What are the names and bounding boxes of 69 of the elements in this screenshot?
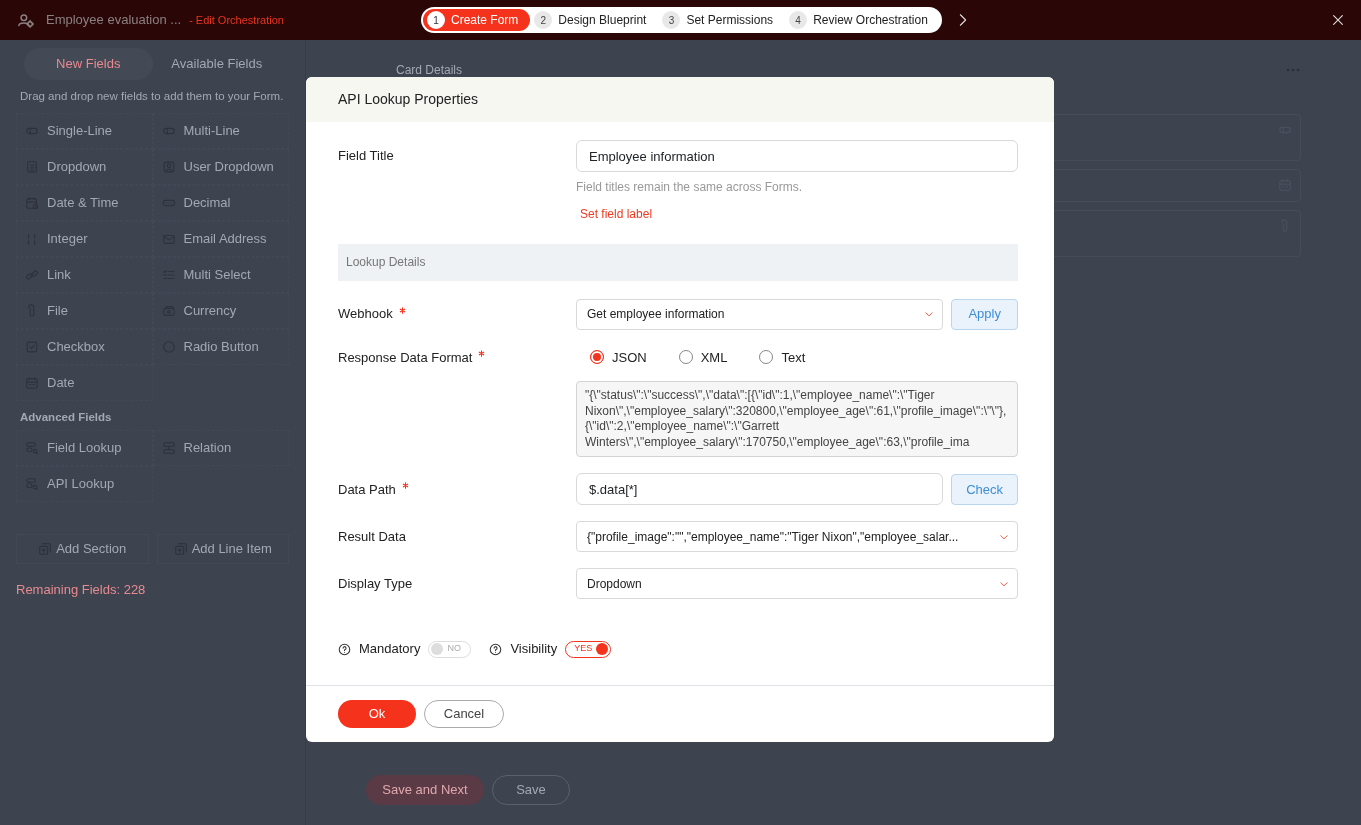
- field-item[interactable]: Link: [16, 256, 153, 293]
- step-number: 3: [662, 11, 681, 29]
- field-item[interactable]: Currency: [152, 292, 289, 329]
- field-item[interactable]: File: [16, 292, 153, 329]
- step-number: 4: [789, 11, 808, 29]
- field-item[interactable]: Integer: [16, 220, 153, 257]
- step-tab[interactable]: 4 Review Orchestration: [785, 9, 940, 31]
- set-label-link[interactable]: Set field label: [580, 207, 653, 221]
- radio-label: JSON: [612, 348, 647, 367]
- response-textarea[interactable]: "{\"status\":\"success\",\"data\":[{\"id\":1,\"employee_name\":\"Tiger Nixon\",\"employee_salary\":320800,\"employee_age\":61,\"profile_image\":\"\"},{\"id\":2,\"employee_name\":\"Garrett Winters\",\"employee_salary\":170750,\"employee_age\":63,\"profile_ima: [576, 381, 1018, 458]
- section-heading: Advanced Fields: [19, 409, 113, 425]
- add-button[interactable]: Add Line Item: [156, 534, 289, 564]
- edit-link[interactable]: - Edit Orchestration: [189, 11, 284, 29]
- field-item[interactable]: Multi-Line: [152, 112, 289, 149]
- field-label: Field Title: [338, 147, 394, 166]
- step-tab[interactable]: 2 Design Blueprint: [530, 9, 659, 31]
- hint-text: Drag and drop new fields to add them to your Form.: [19, 88, 285, 104]
- field-item[interactable]: Date & Time: [16, 184, 153, 221]
- radio-button[interactable]: [678, 350, 693, 365]
- radio-button[interactable]: [590, 350, 604, 365]
- sidebar-tab[interactable]: Available Fields: [152, 48, 281, 80]
- toggle-label: Mandatory: [359, 640, 421, 659]
- radio-button[interactable]: [759, 350, 774, 365]
- form-title: Employee evaluation ...: [46, 11, 182, 30]
- field-item[interactable]: Single-Line: [16, 112, 153, 149]
- toggle-label: Visibility: [510, 640, 558, 659]
- remaining-count: Remaining Fields: 228: [16, 581, 147, 599]
- add-button[interactable]: Add Section: [16, 534, 149, 564]
- input-field[interactable]: $.data[*]: [576, 473, 944, 506]
- field-item[interactable]: Multi Select: [152, 256, 289, 293]
- radio-label: Text: [781, 348, 806, 367]
- help-text: Field titles remain the same across Forms.: [576, 179, 804, 196]
- field-item[interactable]: API Lookup: [16, 466, 153, 502]
- ok-button[interactable]: Ok: [338, 699, 416, 728]
- dialog-title: API Lookup Properties: [338, 90, 479, 109]
- field-label: Webhook: [338, 305, 393, 324]
- help-icon[interactable]: [338, 642, 351, 656]
- save-button[interactable]: Save and Next: [366, 775, 484, 805]
- check-button[interactable]: Check: [951, 473, 1018, 505]
- input-field[interactable]: Employee information: [576, 140, 1018, 172]
- card-title: Card Details: [396, 64, 463, 76]
- field-label: Result Data: [338, 528, 406, 547]
- field-item[interactable]: Email Address: [152, 220, 289, 257]
- caret-icon: [924, 309, 935, 319]
- field-item[interactable]: Decimal: [152, 184, 289, 221]
- field-label: Response Data Format: [338, 348, 473, 367]
- field-item[interactable]: Relation: [152, 430, 289, 466]
- apply-button[interactable]: Apply: [951, 298, 1018, 330]
- field-label: Display Type: [338, 575, 413, 594]
- dropdown-field[interactable]: Get employee information: [576, 298, 944, 330]
- field-item[interactable]: Radio Button: [152, 328, 289, 365]
- dropdown-field[interactable]: {"profile_image":"","employee_name":"Tiger Nixon","employee_salar...: [576, 521, 1018, 553]
- step-number: 1: [427, 11, 445, 29]
- sidebar-tab[interactable]: New Fields: [24, 48, 153, 80]
- step-tab[interactable]: 3 Set Permissions: [658, 9, 786, 31]
- help-icon[interactable]: [489, 642, 503, 656]
- cancel-button[interactable]: Cancel: [424, 699, 504, 728]
- close-icon[interactable]: [1331, 13, 1345, 27]
- field-item[interactable]: Dropdown: [16, 148, 153, 185]
- field-item[interactable]: User Dropdown: [152, 148, 289, 185]
- dropdown-field[interactable]: Dropdown: [576, 568, 1018, 600]
- step-number: 2: [534, 11, 553, 29]
- field-item[interactable]: Date: [16, 364, 153, 401]
- field-label: Data Path: [338, 480, 396, 499]
- radio-label: XML: [700, 348, 728, 367]
- field-item[interactable]: Checkbox: [16, 328, 153, 365]
- field-item[interactable]: Field Lookup: [16, 430, 153, 466]
- step-tab[interactable]: 1 Create Form: [423, 9, 531, 31]
- section-title: Lookup Details: [346, 254, 426, 271]
